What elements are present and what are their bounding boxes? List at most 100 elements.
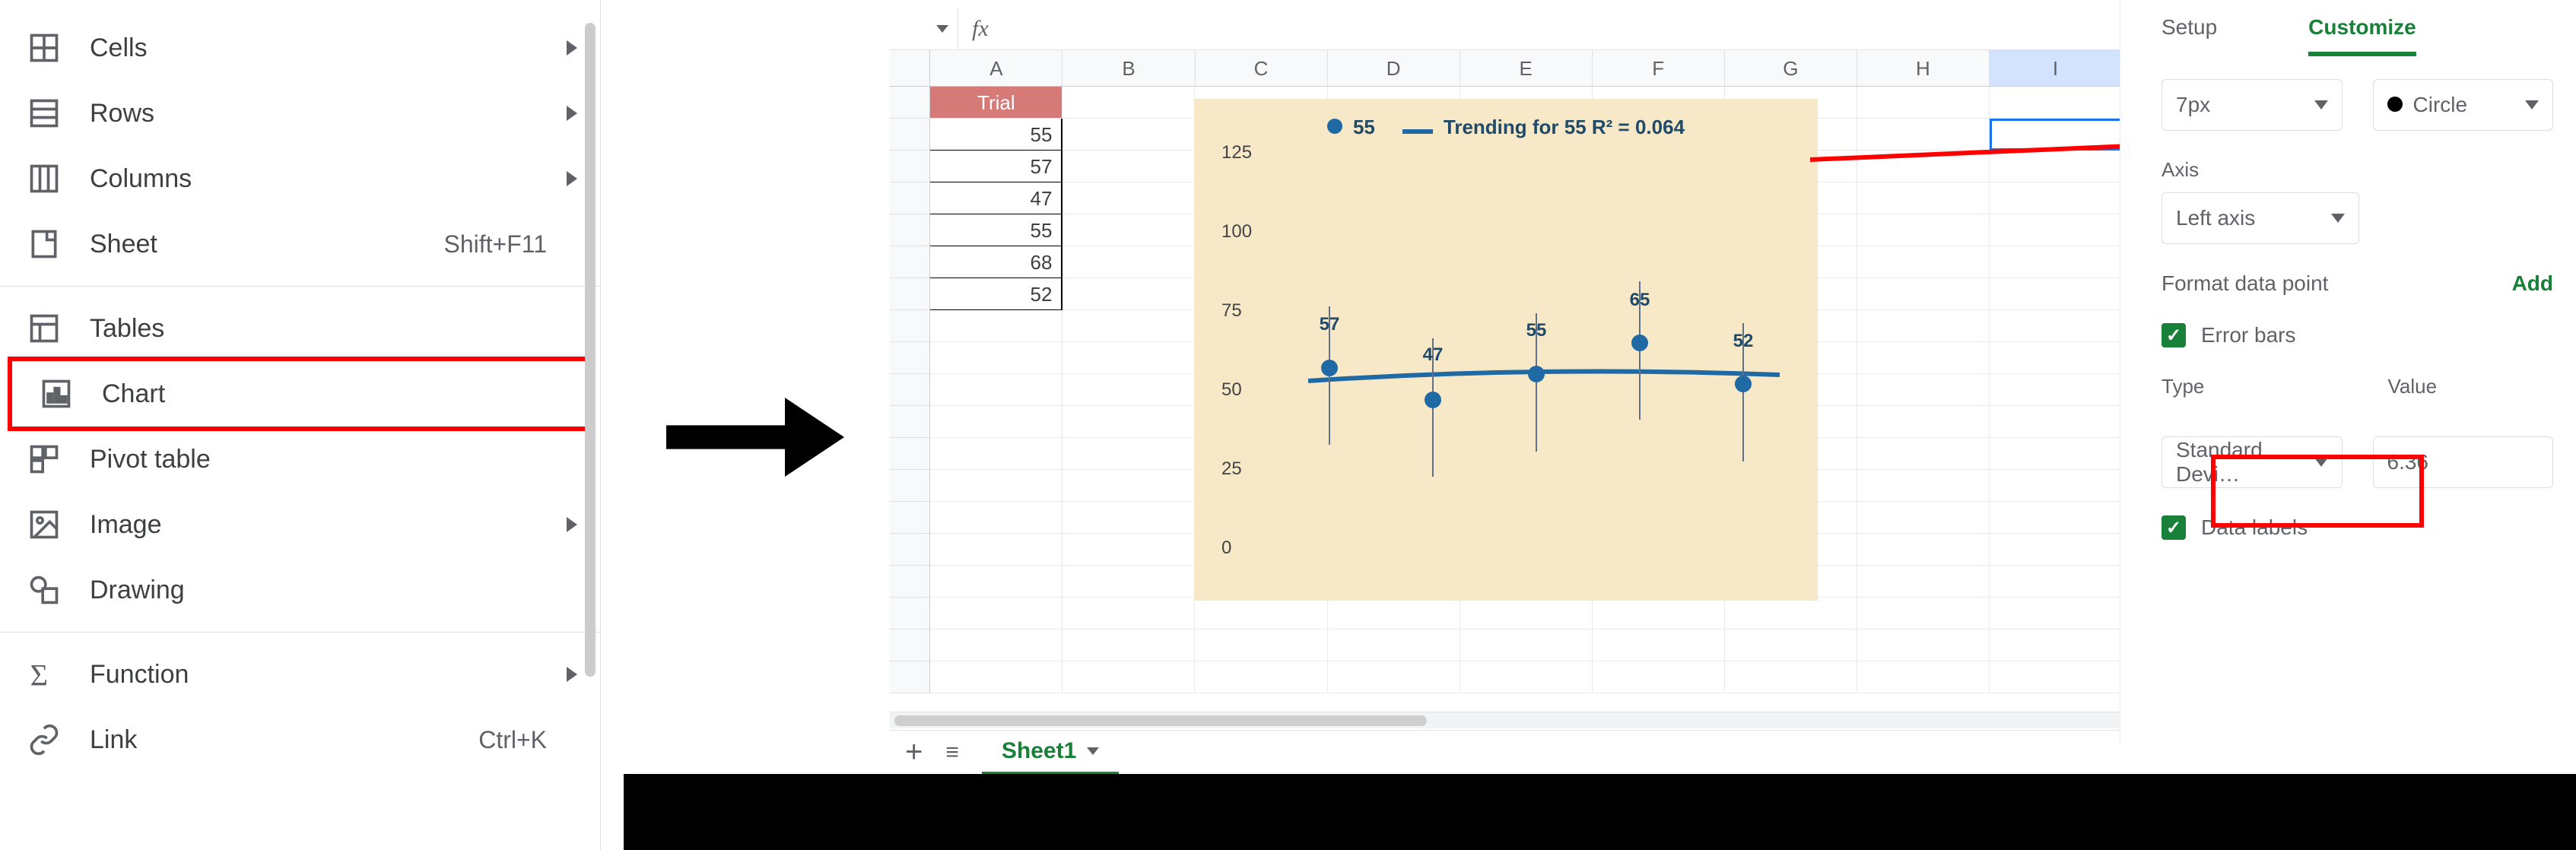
cell[interactable] xyxy=(1857,182,1990,214)
cell[interactable]: 68 xyxy=(930,246,1062,278)
cell[interactable] xyxy=(1857,87,1990,119)
cell[interactable] xyxy=(1062,214,1195,246)
cell[interactable] xyxy=(930,374,1062,406)
cell[interactable] xyxy=(1857,310,1990,342)
cell[interactable] xyxy=(1062,246,1195,278)
cell[interactable] xyxy=(1990,502,2122,534)
menu-item-pivot-table[interactable]: Pivot table xyxy=(0,427,600,492)
menu-item-tables[interactable]: Tables xyxy=(0,296,600,361)
row-header[interactable] xyxy=(890,598,930,630)
cell[interactable] xyxy=(1857,406,1990,438)
cell[interactable] xyxy=(1857,374,1990,406)
cell[interactable] xyxy=(1857,119,1990,151)
cell[interactable] xyxy=(1857,438,1990,470)
cell[interactable] xyxy=(1990,310,2122,342)
error-bars-checkbox[interactable] xyxy=(2161,323,2186,347)
cell[interactable] xyxy=(1725,630,1857,661)
row-header[interactable] xyxy=(890,214,930,246)
cell[interactable] xyxy=(1062,310,1195,342)
menu-scrollbar[interactable] xyxy=(585,23,596,677)
row-header[interactable] xyxy=(890,566,930,598)
cell[interactable] xyxy=(1990,278,2122,310)
cell[interactable] xyxy=(1990,661,2122,693)
cell[interactable] xyxy=(1195,661,1327,693)
error-value-input[interactable]: 6.36 xyxy=(2373,436,2554,488)
cell[interactable] xyxy=(1990,342,2122,374)
error-type-select[interactable]: Standard Devi… xyxy=(2161,436,2343,488)
cell[interactable]: 55 xyxy=(930,214,1062,246)
cell[interactable] xyxy=(1857,598,1990,630)
cell[interactable] xyxy=(1328,630,1460,661)
all-sheets-button[interactable]: ≡ xyxy=(945,740,959,766)
cell[interactable]: 47 xyxy=(930,182,1062,214)
point-size-select[interactable]: 7px xyxy=(2161,79,2343,131)
add-button[interactable]: Add xyxy=(2512,271,2553,296)
cell[interactable] xyxy=(930,534,1062,566)
cell[interactable] xyxy=(1857,502,1990,534)
cell[interactable] xyxy=(1062,406,1195,438)
menu-item-image[interactable]: Image xyxy=(0,492,600,557)
tab-setup[interactable]: Setup xyxy=(2161,15,2217,56)
cell[interactable] xyxy=(1328,598,1460,630)
menu-item-columns[interactable]: Columns xyxy=(0,146,600,211)
cell[interactable] xyxy=(930,438,1062,470)
cell[interactable] xyxy=(930,502,1062,534)
column-header[interactable]: G xyxy=(1725,50,1857,87)
cell[interactable] xyxy=(1990,598,2122,630)
name-box[interactable] xyxy=(890,8,958,49)
cell[interactable] xyxy=(1990,534,2122,566)
row-header[interactable] xyxy=(890,310,930,342)
cell[interactable] xyxy=(1460,598,1593,630)
select-all-corner[interactable] xyxy=(890,50,930,87)
cell[interactable] xyxy=(1062,182,1195,214)
column-header[interactable]: C xyxy=(1196,50,1328,87)
cell[interactable] xyxy=(1857,342,1990,374)
cell[interactable] xyxy=(1990,374,2122,406)
cell[interactable] xyxy=(930,630,1062,661)
row-header[interactable] xyxy=(890,87,930,119)
row-header[interactable] xyxy=(890,182,930,214)
cell[interactable] xyxy=(1062,119,1195,151)
cell[interactable] xyxy=(1990,566,2122,598)
cell[interactable] xyxy=(1857,151,1990,182)
cell[interactable] xyxy=(1062,661,1195,693)
column-header[interactable]: H xyxy=(1857,50,1990,87)
row-header[interactable] xyxy=(890,119,930,151)
cell[interactable] xyxy=(1062,470,1195,502)
cell[interactable] xyxy=(1195,630,1327,661)
cell[interactable]: 52 xyxy=(930,278,1062,310)
row-header[interactable] xyxy=(890,534,930,566)
point-shape-select[interactable]: Circle xyxy=(2373,79,2554,131)
row-header[interactable] xyxy=(890,502,930,534)
horizontal-scrollbar[interactable] xyxy=(890,712,2122,728)
menu-item-sheet[interactable]: Sheet Shift+F11 xyxy=(0,211,600,277)
cell[interactable] xyxy=(1062,438,1195,470)
column-header[interactable]: E xyxy=(1460,50,1593,87)
menu-item-function[interactable]: Σ Function xyxy=(0,642,600,707)
add-sheet-button[interactable]: + xyxy=(905,735,923,769)
cell[interactable] xyxy=(1328,661,1460,693)
column-header[interactable]: A xyxy=(930,50,1062,87)
cell[interactable] xyxy=(1857,534,1990,566)
cell[interactable]: Trial xyxy=(930,87,1062,119)
axis-select[interactable]: Left axis xyxy=(2161,192,2359,244)
cell[interactable] xyxy=(1593,661,1725,693)
cell[interactable] xyxy=(1062,534,1195,566)
cell[interactable] xyxy=(930,470,1062,502)
row-header[interactable] xyxy=(890,151,930,182)
cell[interactable] xyxy=(1062,342,1195,374)
cell[interactable] xyxy=(1990,630,2122,661)
menu-item-drawing[interactable]: Drawing xyxy=(0,557,600,623)
cell[interactable] xyxy=(1990,406,2122,438)
cell[interactable] xyxy=(930,310,1062,342)
cell[interactable] xyxy=(1460,630,1593,661)
column-header[interactable]: F xyxy=(1593,50,1725,87)
row-header[interactable] xyxy=(890,406,930,438)
row-header[interactable] xyxy=(890,342,930,374)
menu-item-link[interactable]: Link Ctrl+K xyxy=(0,707,600,772)
cell[interactable] xyxy=(1857,470,1990,502)
cell[interactable] xyxy=(1990,438,2122,470)
row-header[interactable] xyxy=(890,278,930,310)
column-header[interactable]: I xyxy=(1990,50,2122,87)
cell[interactable] xyxy=(1062,630,1195,661)
